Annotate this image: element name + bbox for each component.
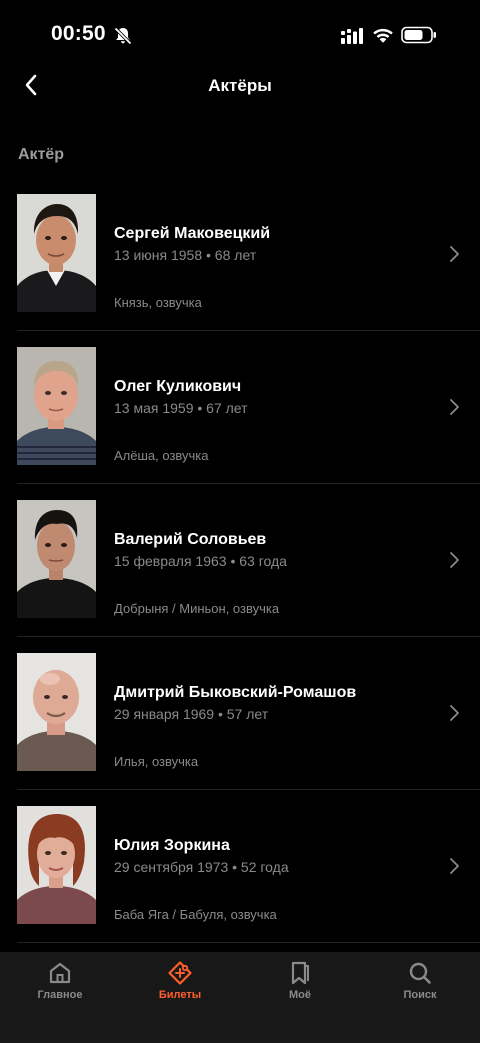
actor-birth-info: 13 июня 1958 • 68 лет: [114, 247, 257, 263]
wifi-icon: [373, 28, 393, 43]
cellular-signal-icon: [341, 28, 363, 44]
battery-icon: [401, 26, 436, 44]
tab-mine[interactable]: Моё: [240, 952, 360, 1043]
status-time: 00:50: [51, 22, 106, 45]
ticket-icon: [168, 961, 192, 985]
actor-birth-info: 29 января 1969 • 57 лет: [114, 706, 269, 722]
chevron-right-icon: [450, 399, 459, 415]
actor-photo: [17, 806, 96, 924]
actor-role: Добрыня / Миньон, озвучка: [114, 601, 280, 616]
search-icon: [409, 962, 431, 984]
actor-name: Дмитрий Быковский-Ромашов: [114, 684, 357, 701]
chevron-right-icon: [450, 705, 459, 721]
actor-name: Олег Куликович: [114, 378, 242, 395]
tab-tickets[interactable]: Билеты: [120, 952, 240, 1043]
actor-row[interactable]: Валерий Соловьев 15 февраля 1963 • 63 го…: [0, 484, 480, 637]
actor-row[interactable]: Сергей Маковецкий 13 июня 1958 • 68 лет …: [0, 178, 480, 331]
tab-search[interactable]: Поиск: [360, 952, 480, 1043]
bell-slash-icon: [114, 27, 132, 45]
actor-birth-info: 15 февраля 1963 • 63 года: [114, 553, 287, 569]
section-title: Актёр: [18, 146, 65, 163]
actor-birth-info: 13 мая 1959 • 67 лет: [114, 400, 248, 416]
tab-mine-label: Моё: [289, 989, 311, 1001]
page-title: Актёры: [208, 76, 272, 95]
actor-role: Баба Яга / Бабуля, озвучка: [114, 907, 277, 922]
tab-tickets-label: Билеты: [158, 989, 202, 1001]
tab-home-label: Главное: [37, 989, 83, 1001]
actor-role: Алёша, озвучка: [114, 448, 209, 463]
tab-search-label: Поиск: [403, 989, 437, 1001]
tab-bar: Главное Билеты Моё Поиск: [0, 952, 480, 1043]
home-icon: [49, 962, 71, 984]
actor-photo: [17, 500, 96, 618]
actor-row[interactable]: Олег Куликович 13 мая 1959 • 67 лет Алёш…: [0, 331, 480, 484]
actor-name: Сергей Маковецкий: [114, 225, 271, 242]
actor-list: Сергей Маковецкий 13 июня 1958 • 68 лет …: [0, 178, 480, 943]
actor-role: Илья, озвучка: [114, 754, 199, 769]
actor-birth-info: 29 сентября 1973 • 52 года: [114, 859, 289, 875]
chevron-right-icon: [450, 246, 459, 262]
actor-photo: [17, 653, 96, 771]
actor-row[interactable]: Дмитрий Быковский-Ромашов 29 января 1969…: [0, 637, 480, 790]
actor-photo: [17, 347, 96, 465]
status-bar: 00:50: [0, 0, 480, 70]
chevron-right-icon: [450, 858, 459, 874]
chevron-right-icon: [450, 552, 459, 568]
actor-name: Юлия Зоркина: [114, 837, 230, 854]
actor-name: Валерий Соловьев: [114, 531, 267, 548]
actor-photo: [17, 194, 96, 312]
tab-home[interactable]: Главное: [0, 952, 120, 1043]
bookmark-icon: [291, 961, 309, 985]
actor-role: Князь, озвучка: [114, 295, 202, 310]
actor-row[interactable]: Юлия Зоркина 29 сентября 1973 • 52 года …: [0, 790, 480, 943]
